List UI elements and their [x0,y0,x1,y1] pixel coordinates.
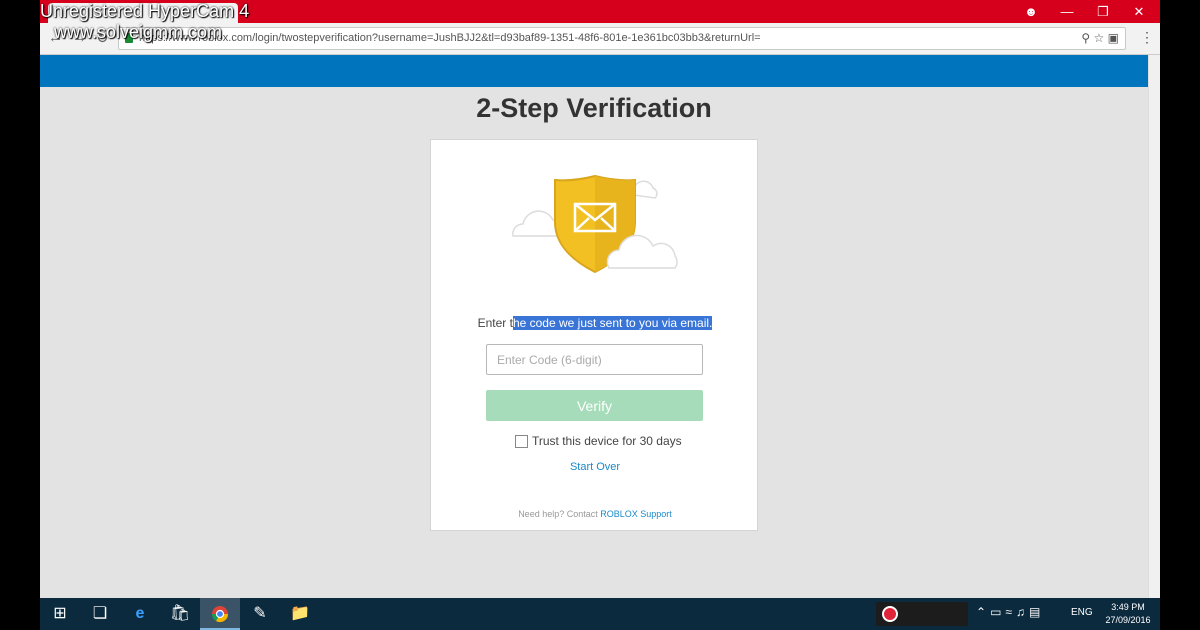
system-clock[interactable]: 3:49 PM 27/09/2016 [1100,601,1156,627]
file-explorer-icon[interactable]: 📁 [280,598,320,630]
recording-watermark: Unregistered HyperCam 4 [40,1,249,21]
start-icon[interactable]: ⊞ [40,598,80,630]
roblox-support-link[interactable]: ROBLOX Support [600,509,672,519]
close-button[interactable]: ✕ [1120,0,1158,23]
trust-device-label: Trust this device for 30 days [532,434,682,448]
notifications-icon[interactable]: ▤ [1029,605,1044,619]
key-icon[interactable]: ⚲ [1081,31,1090,45]
trust-device-checkbox[interactable] [515,434,528,448]
page-scrollbar[interactable] [1148,55,1160,598]
desktop-screen: ☻ — ❐ ✕ ← → ↻ https://www.roblox.com/log… [40,0,1160,630]
hypercam-tray [876,602,968,626]
shield-email-illustration [512,174,678,274]
windows-taskbar: ⊞ ❏ e 🛍 ✎ 📁 ⌃▭≈♫▤ ENG 3:49 PM 27/09/2016 [40,598,1160,630]
bookmark-star-icon[interactable]: ☆ [1094,31,1105,45]
store-icon[interactable]: 🛍 [160,598,200,630]
instructions-selected-text: he code we just sent to you via email. [512,316,713,330]
start-over-link[interactable]: Start Over [431,461,759,473]
url-text[interactable]: https://www.roblox.com/login/twostepveri… [139,32,761,44]
chevron-up-icon[interactable]: ⌃ [976,605,990,619]
verification-instructions: Enter the code we just sent to you via e… [431,316,759,330]
instructions-unselected: Enter t [477,316,513,330]
extension-icon[interactable]: ▣ [1108,31,1119,45]
page-title: 2-Step Verification [476,93,712,123]
notepad-icon[interactable]: ✎ [240,598,280,630]
chrome-logo-icon [211,606,229,623]
verify-button[interactable]: Verify [486,390,703,421]
user-icon[interactable]: ☻ [1012,0,1050,23]
wifi-icon[interactable]: ≈ [1005,605,1016,619]
verification-card: Enter the code we just sent to you via e… [430,139,758,531]
language-indicator[interactable]: ENG [1071,607,1093,618]
cloud-left-icon [512,210,562,237]
task-view-icon[interactable]: ❏ [80,598,120,630]
restore-button[interactable]: ❐ [1084,0,1122,23]
watermark-line-1: Unregistered HyperCam 4 [40,1,250,21]
help-prefix: Need help? Contact [518,509,601,519]
site-header [40,55,1148,87]
clock-date: 27/09/2016 [1105,615,1151,625]
clock-time: 3:49 PM [1111,602,1145,612]
browser-menu-icon[interactable]: ⋮ [1140,29,1154,46]
trust-device-option[interactable]: Trust this device for 30 days [515,434,682,448]
edge-icon[interactable]: e [120,598,160,630]
verification-code-input[interactable] [486,344,703,375]
chrome-icon[interactable] [200,598,240,630]
volume-icon[interactable]: ♫ [1016,605,1029,619]
record-pause-icon[interactable] [882,606,898,622]
minimize-button[interactable]: — [1048,0,1086,23]
battery-icon[interactable]: ▭ [990,605,1005,619]
system-tray-icons: ⌃▭≈♫▤ [976,605,1044,619]
address-bar[interactable]: https://www.roblox.com/login/twostepveri… [118,27,1126,50]
watermark-line-2: www.solveigmm.com [54,22,223,42]
help-text: Need help? Contact ROBLOX Support [431,509,759,519]
